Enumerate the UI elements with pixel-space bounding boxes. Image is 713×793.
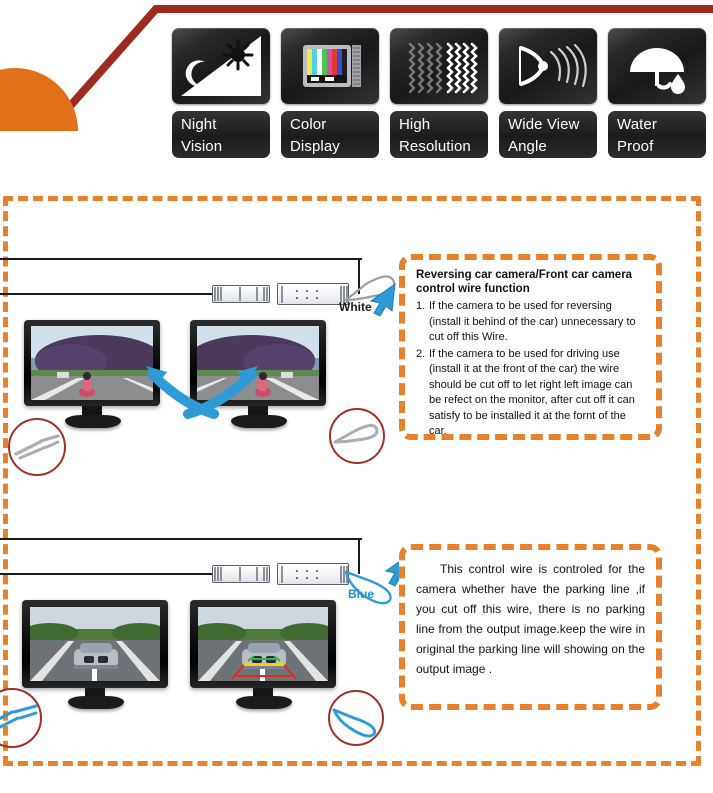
wire-bottom-line [0,573,212,575]
blue-wire-textbox: This control wire is controled for the c… [399,544,662,710]
feature-night-vision[interactable]: Night Vision [172,28,272,182]
wide-view-angle-icon [499,28,597,104]
barrel-connector [212,285,270,303]
night-vision-icon [172,28,270,104]
cut-wire-callout [8,418,66,476]
wire-down-line [358,258,360,294]
white-wire-textbox-list: 1. If the camera to be used for reversing… [416,299,645,440]
feature-color-display-label: Color Display [281,111,379,158]
white-wire-textbox: Reversing car camera/Front car camera co… [399,254,662,440]
monitor-no-parking-line [22,600,172,710]
feature-water-proof[interactable]: Water Proof [608,28,708,182]
list-item: 1. If the camera to be used for reversing… [416,300,636,343]
feature-high-resolution[interactable]: High Resolution [390,28,490,182]
feature-wide-view-angle[interactable]: Wide View Angle [499,28,599,182]
intact-wire-callout [329,408,385,464]
water-proof-icon [608,28,706,104]
feature-water-proof-label: Water Proof [608,111,706,158]
list-item: 2. If the camera to be used for driving u… [416,347,635,438]
color-display-icon [281,28,379,104]
cut-wire-callout [0,688,42,748]
intact-wire-callout [328,690,384,746]
mirror-swap-arrows [146,366,258,419]
feature-high-resolution-label: High Resolution [390,111,488,158]
monitor-with-parking-line [190,600,340,710]
feature-wide-view-angle-label: Wide View Angle [499,111,597,158]
blue-wire-textbox-paragraph: This control wire is controled for the c… [416,562,645,676]
wire-down-line [358,538,360,574]
barrel-connector [212,565,270,583]
white-wire-textbox-title: Reversing car camera/Front car camera co… [416,269,633,295]
blue-wire-label: Blue [348,587,375,601]
page-root: Night Vision Color Display High Resoluti… [0,0,713,793]
high-resolution-icon [390,28,488,104]
sun-arc-icon [0,68,78,131]
feature-strip: Night Vision Color Display High Resoluti… [172,28,708,182]
feature-night-vision-label: Night Vision [172,111,270,158]
wire-bottom-line [0,293,212,295]
white-wire-label: White [339,300,372,314]
feature-color-display[interactable]: Color Display [281,28,381,182]
pin-block-connector [277,563,349,585]
wire-top-line [0,258,362,260]
wire-top-line [0,538,362,540]
